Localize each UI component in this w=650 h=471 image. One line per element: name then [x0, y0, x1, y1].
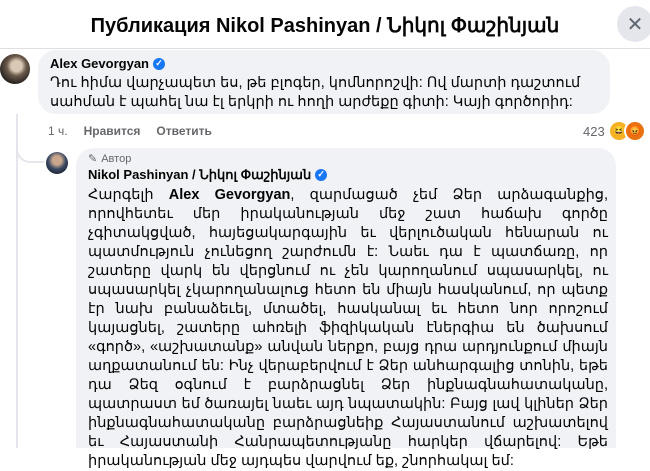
like-button[interactable]: Нравится — [84, 124, 141, 138]
verified-badge-icon: ✓ — [315, 168, 328, 181]
reply-bubble: ✎ Автор Nikol Pashinyan / Նիկոլ Փաշինյան… — [76, 148, 616, 469]
avatar[interactable] — [0, 54, 30, 84]
dialog-title: Публикация Nikol Pashinyan / Նիկոլ Փաշին… — [90, 15, 560, 37]
comment-text: Դու հիմա վարչապետ ես, թե բլոգեր, կոմնորո… — [50, 75, 581, 110]
thread-connector — [16, 135, 44, 163]
avatar[interactable] — [46, 152, 68, 174]
verified-badge-icon: ✓ — [153, 57, 165, 70]
reply-button[interactable]: Ответить — [156, 124, 211, 138]
dialog-header: Публикация Nikol Pashinyan / Նիկոլ Փաշին… — [0, 0, 650, 49]
author-badge-label: Автор — [101, 152, 132, 165]
comment-actions: 1 ч. Нравится Ответить — [48, 124, 212, 138]
comment-author-name[interactable]: Alex Gevorgyan — [50, 56, 149, 71]
angry-reaction-icon: 😡 — [623, 120, 646, 142]
close-icon: ✕ — [626, 13, 644, 36]
reply-text: Հարգելի Alex Gevorgyan, զարմացած չեմ Ձեր… — [88, 186, 608, 471]
thread-line — [16, 114, 18, 448]
pen-icon: ✎ — [88, 153, 98, 165]
reactions-count: 423 — [583, 123, 605, 139]
mention-link[interactable]: Alex Gevorgyan — [169, 187, 291, 203]
comment-time[interactable]: 1 ч. — [48, 124, 68, 138]
comment-bubble: Alex Gevorgyan ✓ Դու հիմա վարչապետ ես, թե… — [38, 50, 610, 114]
close-button[interactable]: ✕ — [617, 6, 650, 42]
author-badge: ✎ Автор — [88, 152, 132, 166]
reply-author-name[interactable]: Nikol Pashinyan / Նիկոլ Փաշինյան — [88, 167, 311, 182]
comment-author[interactable]: Alex Gevorgyan ✓ — [50, 56, 165, 71]
reply-body: , զարմացած չեմ Ձեր արձագանքից, որովհետեւ… — [88, 187, 608, 469]
reactions-summary[interactable]: 423 😆 😡 — [583, 120, 646, 142]
reply-author[interactable]: Nikol Pashinyan / Նիկոլ Փաշինյան ✓ — [88, 167, 328, 183]
reply-greeting: Հարգելի — [88, 187, 169, 203]
